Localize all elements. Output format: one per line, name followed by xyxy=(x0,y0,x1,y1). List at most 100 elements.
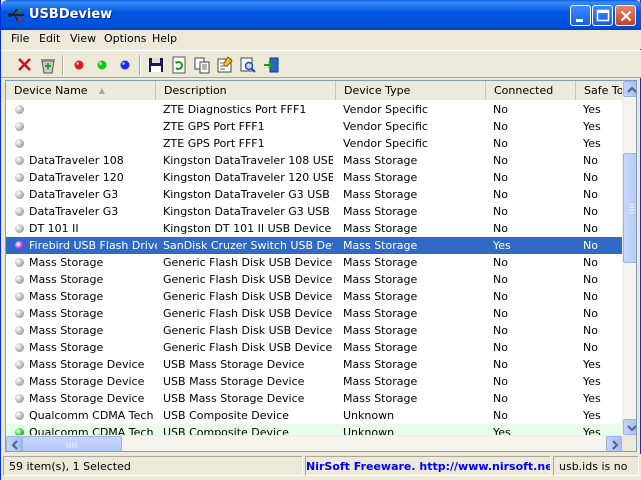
column-header-description[interactable]: Description xyxy=(156,81,336,100)
scroll-right-button[interactable] xyxy=(606,436,622,451)
cell-device-name: DataTraveler G3 xyxy=(29,188,119,201)
list-header: Device Name ▲ Description Device Type Co… xyxy=(6,81,622,100)
cell-description: Generic Flash Disk USB Device xyxy=(163,341,333,354)
cell-connected: No xyxy=(493,341,508,354)
scroll-up-button[interactable] xyxy=(623,81,636,97)
cell-connected: No xyxy=(493,307,508,320)
cell-description: Generic Flash Disk USB Device xyxy=(163,307,333,320)
column-header-connected[interactable]: Connected xyxy=(486,81,576,100)
cell-device-type: Mass Storage xyxy=(343,375,418,388)
exit-icon[interactable] xyxy=(261,55,281,75)
scroll-left-button[interactable] xyxy=(6,436,22,451)
cell-device-type: Unknown xyxy=(343,409,395,422)
table-row[interactable]: Mass Storage Generic Flash Disk USB Devic… xyxy=(6,254,622,271)
table-row[interactable]: Mass Storage Generic Flash Disk USB Devic… xyxy=(6,339,622,356)
cell-device-name: Mass Storage xyxy=(29,273,104,286)
cell-description: Generic Flash Disk USB Device xyxy=(163,273,333,286)
device-status-icon xyxy=(15,241,24,250)
cell-connected: No xyxy=(493,324,508,337)
menu-view[interactable]: View xyxy=(70,32,96,45)
table-row[interactable]: ZTE GPS Port FFF1 Vendor Specific No Yes xyxy=(6,135,622,152)
cell-device-type: Mass Storage xyxy=(343,239,418,252)
device-status-icon xyxy=(15,122,24,131)
cell-device-name: Mass Storage Device xyxy=(29,358,145,371)
toolbar-separator xyxy=(62,55,64,75)
cell-description: USB Composite Device xyxy=(163,409,289,422)
table-row[interactable]: Mass Storage Device USB Mass Storage Devi… xyxy=(6,390,622,407)
cell-safe-to-unplug: No xyxy=(583,171,598,184)
cell-safe-to-unplug: No xyxy=(583,205,598,218)
cell-description: Kingston DataTraveler G3 USB D... xyxy=(163,188,333,201)
refresh-icon[interactable] xyxy=(169,55,189,75)
table-row[interactable]: Mass Storage Generic Flash Disk USB Devic… xyxy=(6,322,622,339)
cell-connected: No xyxy=(493,205,508,218)
cell-device-name: Mass Storage Device xyxy=(29,375,145,388)
cell-description: Kingston DataTraveler 108 USB ... xyxy=(163,154,333,167)
table-row[interactable]: Mass Storage Device USB Mass Storage Devi… xyxy=(6,373,622,390)
column-header-safe-to-unplug[interactable]: Safe To xyxy=(576,81,622,100)
table-row[interactable]: Mass Storage Generic Flash Disk USB Devic… xyxy=(6,288,622,305)
connect-icon[interactable] xyxy=(92,55,112,75)
cell-safe-to-unplug: Yes xyxy=(583,358,601,371)
cell-safe-to-unplug: No xyxy=(583,273,598,286)
cell-connected: No xyxy=(493,358,508,371)
table-row[interactable]: Qualcomm CDMA Tech USB Composite Device Un… xyxy=(6,407,622,424)
device-status-icon xyxy=(15,258,24,267)
uninstall-icon[interactable] xyxy=(15,55,35,75)
table-row[interactable]: DataTraveler 120 Kingston DataTraveler 12… xyxy=(6,169,622,186)
table-row[interactable]: DataTraveler G3 Kingston DataTraveler G3 … xyxy=(6,203,622,220)
maximize-button[interactable] xyxy=(592,5,613,26)
table-row[interactable]: Mass Storage Generic Flash Disk USB Devic… xyxy=(6,305,622,322)
disconnect-icon[interactable] xyxy=(69,55,89,75)
cell-device-name: Mass Storage xyxy=(29,256,104,269)
cell-description: Generic Flash Disk USB Device xyxy=(163,256,333,269)
nirsoft-link[interactable]: NirSoft Freeware. http://www.nirsoft.net xyxy=(305,456,551,476)
table-row[interactable]: DataTraveler G3 Kingston DataTraveler G3 … xyxy=(6,186,622,203)
vertical-scrollbar[interactable] xyxy=(622,81,636,435)
device-status-icon xyxy=(15,139,24,148)
window-title: USBDeview xyxy=(29,7,113,22)
reconnect-icon[interactable] xyxy=(115,55,135,75)
status-bar: 59 item(s), 1 Selected NirSoft Freeware.… xyxy=(1,454,641,480)
cell-device-type: Vendor Specific xyxy=(343,137,428,150)
properties-icon[interactable] xyxy=(215,55,235,75)
cell-description: ZTE GPS Port FFF1 xyxy=(163,137,265,150)
cell-safe-to-unplug: No xyxy=(583,154,598,167)
cell-connected: No xyxy=(493,222,508,235)
column-header-device-type[interactable]: Device Type xyxy=(336,81,486,100)
cell-device-type: Mass Storage xyxy=(343,392,418,405)
table-row[interactable]: Mass Storage Device USB Mass Storage Devi… xyxy=(6,356,622,373)
cell-description: USB Mass Storage Device xyxy=(163,375,305,388)
minimize-button[interactable] xyxy=(570,5,591,26)
table-row[interactable]: Mass Storage Generic Flash Disk USB Devic… xyxy=(6,271,622,288)
menu-options[interactable]: Options xyxy=(104,32,146,45)
table-row[interactable]: ZTE Diagnostics Port FFF1 Vendor Specific… xyxy=(6,101,622,118)
cell-device-name: DT 101 II xyxy=(29,222,79,235)
table-row[interactable]: Firebird USB Flash Drive SanDisk Cruzer S… xyxy=(6,237,622,254)
device-status-icon xyxy=(15,190,24,199)
menu-help[interactable]: Help xyxy=(152,32,177,45)
cell-connected: No xyxy=(493,273,508,286)
table-row[interactable]: ZTE GPS Port FFF1 Vendor Specific No Yes xyxy=(6,118,622,135)
menu-file[interactable]: File xyxy=(11,32,29,45)
device-list[interactable]: Device Name ▲ Description Device Type Co… xyxy=(5,80,637,452)
vertical-scroll-thumb[interactable] xyxy=(623,153,636,263)
menu-edit[interactable]: Edit xyxy=(39,32,60,45)
cell-description: ZTE Diagnostics Port FFF1 xyxy=(163,103,307,116)
save-icon[interactable] xyxy=(146,55,166,75)
cell-connected: No xyxy=(493,120,508,133)
cell-device-type: Mass Storage xyxy=(343,324,418,337)
cell-connected: No xyxy=(493,290,508,303)
scroll-down-button[interactable] xyxy=(623,419,636,435)
find-icon[interactable] xyxy=(238,55,258,75)
table-row[interactable]: DT 101 II Kingston DT 101 II USB Device Ma… xyxy=(6,220,622,237)
close-button[interactable] xyxy=(615,5,636,26)
table-row[interactable]: DataTraveler 108 Kingston DataTraveler 10… xyxy=(6,152,622,169)
horizontal-scroll-thumb[interactable] xyxy=(22,436,122,451)
horizontal-scrollbar[interactable] xyxy=(6,435,622,451)
title-bar[interactable]: USBDeview xyxy=(1,0,641,30)
copy-icon[interactable] xyxy=(192,55,212,75)
device-status-icon xyxy=(15,224,24,233)
cleanup-icon[interactable] xyxy=(38,55,58,75)
column-header-device-name[interactable]: Device Name ▲ xyxy=(6,81,156,100)
